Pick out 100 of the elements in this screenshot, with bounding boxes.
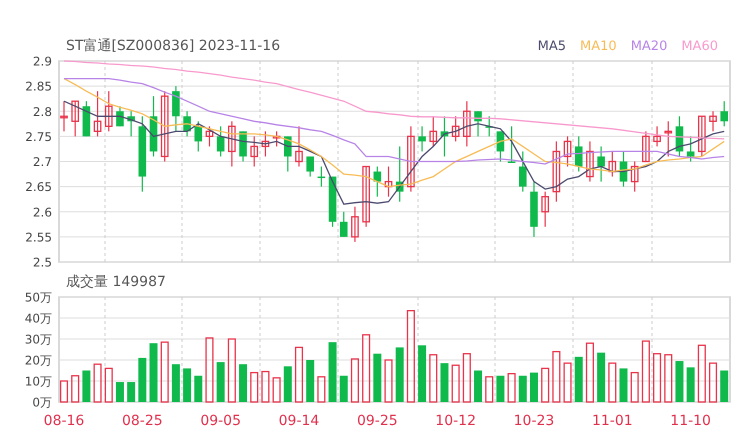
date-label: 09-25: [356, 413, 398, 429]
volume-bar: [620, 368, 628, 402]
date-label: 11-01: [592, 413, 633, 429]
chart-title: ST富通[SZ000836] 2023-11-16: [66, 37, 280, 55]
candlestick: [452, 116, 460, 142]
volume-bar: [328, 342, 337, 402]
candlestick: [362, 166, 370, 227]
candlestick: [608, 151, 616, 177]
candlestick: [328, 176, 336, 227]
candlestick: [284, 136, 292, 172]
volume-bar: [564, 362, 572, 403]
axis-label: 10万: [24, 374, 52, 388]
axis-label: 2.85: [25, 80, 52, 94]
candlestick: [597, 146, 605, 182]
candlestick: [71, 100, 80, 136]
candlestick: [541, 192, 550, 227]
candlestick: [216, 126, 224, 156]
candlestick: [127, 111, 135, 136]
axis-label: 2.5: [32, 256, 52, 270]
legend-label: MA20: [630, 38, 668, 54]
candlestick: [698, 116, 706, 156]
volume-bar: [384, 359, 393, 403]
volume-bar: [653, 353, 662, 403]
volume-bar: [474, 370, 482, 402]
candlestick: [586, 141, 594, 182]
volume-bar: [71, 375, 80, 403]
candlestick: [474, 111, 482, 136]
candlestick: [172, 86, 180, 132]
candlestick: [686, 136, 694, 162]
candlestick: [396, 146, 404, 202]
candlestick: [306, 156, 314, 177]
axis-label: 2.6: [32, 205, 52, 220]
legend-label: MA10: [580, 38, 617, 54]
candlestick: [272, 131, 280, 146]
volume-bar: [630, 372, 639, 403]
candlestick: [94, 91, 102, 136]
volume-bar: [597, 352, 606, 402]
date-label: 11-10: [670, 413, 711, 429]
volume-bar: [116, 382, 124, 402]
volume-bar: [272, 377, 281, 403]
volume-bar: [373, 354, 382, 402]
date-label: 10-23: [514, 413, 554, 429]
volume-bar: [720, 370, 728, 402]
date-label: 10-12: [435, 413, 476, 429]
candlestick: [239, 131, 247, 162]
volume-bar: [552, 350, 560, 403]
volume-bar: [708, 362, 718, 403]
candlestick: [508, 126, 516, 163]
candlestick: [206, 126, 214, 146]
volume-bar: [440, 363, 448, 402]
volume-bar: [574, 356, 583, 402]
candlestick: [440, 116, 448, 156]
date-label: 08-25: [122, 413, 163, 429]
candlestick: [116, 106, 124, 126]
axis-label: 2.65: [25, 180, 52, 194]
volume-bar: [228, 338, 236, 403]
volume-bar: [508, 373, 516, 403]
candlestick: [496, 131, 504, 162]
candlestick: [519, 151, 527, 192]
legend-label: MA60: [681, 38, 718, 54]
candlestick: [228, 121, 236, 167]
axis-label: 30万: [24, 332, 52, 346]
volume-bar: [127, 382, 136, 402]
candlestick: [250, 136, 258, 167]
volume-bar: [541, 368, 550, 403]
candlestick: [485, 116, 494, 136]
axis-label: 2.8: [32, 104, 52, 119]
volume-bar: [239, 364, 248, 402]
volume-bar: [150, 343, 158, 402]
volume-bar: [194, 376, 202, 402]
volume-bar: [698, 344, 706, 403]
volume-bar: [518, 376, 527, 402]
candlestick: [720, 101, 728, 126]
candlestick: [418, 126, 426, 152]
candlestick: [262, 131, 270, 156]
volume-bar: [172, 364, 180, 402]
axis-label: 2.9: [32, 56, 52, 68]
candlestick: [463, 101, 471, 146]
volume-bar: [82, 370, 90, 402]
candlestick: [620, 151, 628, 187]
candlestick: [429, 116, 438, 146]
axis-label: 2.75: [25, 130, 52, 144]
volume-bar: [160, 342, 169, 403]
candlestick: [664, 121, 672, 156]
axis-label: 0万: [32, 396, 52, 410]
volume-bar: [530, 372, 538, 402]
volume-bar: [462, 353, 471, 403]
axis-label: 2.55: [25, 230, 52, 244]
candlestick: [564, 136, 572, 167]
candlestick: [642, 131, 650, 162]
candlestick: [160, 91, 169, 162]
volume-bar: [675, 361, 684, 402]
candlestick: [150, 96, 158, 156]
axis-label: 40万: [24, 312, 52, 326]
axis-label: 2.7: [32, 155, 52, 169]
volume-bar: [138, 358, 146, 402]
volume-bar: [205, 337, 214, 403]
candlestick: [104, 91, 113, 132]
candlestick: [340, 212, 348, 237]
volume-bar: [250, 372, 258, 403]
